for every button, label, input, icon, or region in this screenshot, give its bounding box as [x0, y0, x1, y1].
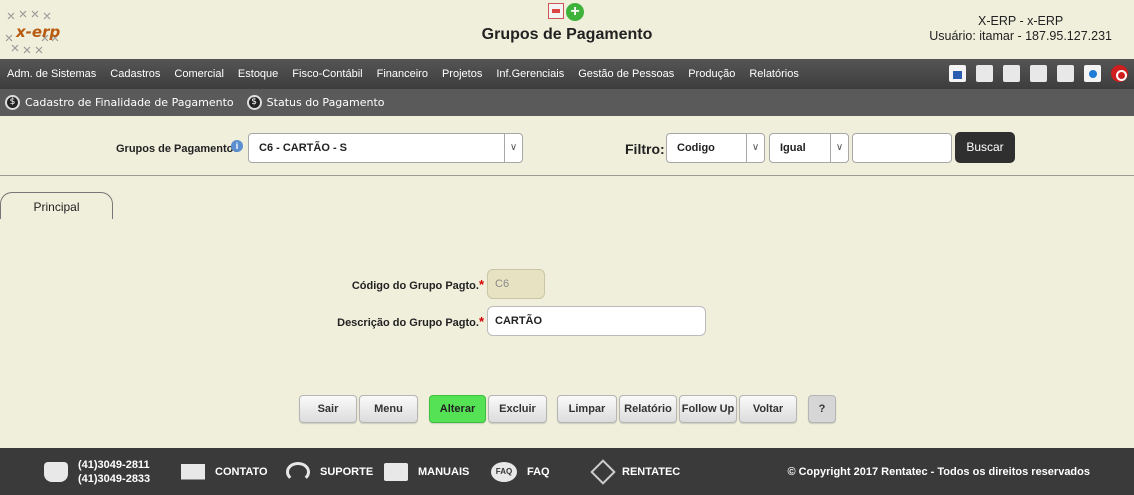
- chevron-down-icon: ∨: [830, 134, 848, 162]
- books-icon: [384, 462, 408, 481]
- user-info: X-ERP - x-ERP Usuário: itamar - 187.95.1…: [929, 14, 1112, 44]
- add-icon[interactable]: +: [566, 3, 584, 21]
- submenu-label: Cadastro de Finalidade de Pagamento: [25, 96, 234, 109]
- filter-field-value: Codigo: [677, 142, 715, 154]
- update-button[interactable]: Alterar: [429, 395, 486, 423]
- help-button[interactable]: ?: [808, 395, 836, 423]
- power-icon[interactable]: [1111, 65, 1128, 82]
- rentatec-label: RENTATEC: [622, 465, 681, 478]
- main-menu: Adm. de Sistemas Cadastros Comercial Est…: [0, 59, 806, 89]
- clear-button[interactable]: Limpar: [557, 395, 617, 423]
- filter-search-input[interactable]: [852, 133, 952, 163]
- info-icon[interactable]: i: [231, 140, 243, 152]
- menu-item-financeiro[interactable]: Financeiro: [370, 68, 435, 80]
- exit-button[interactable]: Sair: [299, 395, 357, 423]
- required-mark: *: [478, 314, 484, 329]
- required-mark: *: [478, 277, 484, 292]
- phone-2: (41)3049-2833: [78, 472, 151, 485]
- footer-contact[interactable]: CONTATO: [181, 448, 268, 495]
- desc-label-text: Descrição do Grupo Pagto.: [337, 317, 479, 329]
- notes-icon[interactable]: [1057, 65, 1074, 82]
- headset-icon: [286, 461, 310, 482]
- support-label: SUPORTE: [320, 465, 374, 478]
- phone-1: (41)3049-2811: [78, 458, 150, 471]
- follow-up-button[interactable]: Follow Up: [679, 395, 737, 423]
- menu-item-comercial[interactable]: Comercial: [167, 68, 231, 80]
- group-select[interactable]: C6 - CARTÃO - S ∨: [248, 133, 523, 163]
- faq-icon: FAQ: [491, 461, 517, 482]
- footer-support[interactable]: SUPORTE: [286, 448, 373, 495]
- menu-item-projetos[interactable]: Projetos: [435, 68, 489, 80]
- filter-operator-select[interactable]: Igual ∨: [769, 133, 849, 163]
- menu-item-producao[interactable]: Produção: [681, 68, 742, 80]
- menu-item-fisco-contabil[interactable]: Fisco-Contábil: [285, 68, 369, 80]
- submenu-label: Status do Pagamento: [266, 96, 385, 109]
- footer-manuals[interactable]: MANUAIS: [384, 448, 469, 495]
- menu-button[interactable]: Menu: [359, 395, 418, 423]
- header-actions: +: [548, 3, 584, 21]
- filter-field-select[interactable]: Codigo ∨: [666, 133, 765, 163]
- phone-icon: [44, 461, 68, 482]
- home-icon[interactable]: [949, 65, 966, 82]
- submenu-item-finalidade[interactable]: $ Cadastro de Finalidade de Pagamento: [5, 95, 234, 110]
- faq-label: FAQ: [527, 465, 550, 478]
- recycle-icon[interactable]: [1003, 65, 1020, 82]
- footer-faq[interactable]: FAQ FAQ: [491, 448, 550, 495]
- sub-menu-bar: $ Cadastro de Finalidade de Pagamento $ …: [0, 89, 1134, 116]
- footer-rentatec[interactable]: RENTATEC: [590, 448, 681, 495]
- manuals-label: MANUAIS: [418, 465, 470, 478]
- code-field-label: Código do Grupo Pagto.*: [330, 277, 484, 292]
- code-field: C6: [487, 269, 545, 299]
- help-doc-icon[interactable]: [1084, 65, 1101, 82]
- system-name: X-ERP - x-ERP: [978, 14, 1064, 28]
- main-menu-bar: Adm. de Sistemas Cadastros Comercial Est…: [0, 59, 1134, 89]
- delete-button[interactable]: Excluir: [488, 395, 547, 423]
- footer: (41)3049-2811 (41)3049-2833 CONTATO SUPO…: [0, 448, 1134, 495]
- chevron-down-icon: ∨: [746, 134, 764, 162]
- user-name: Usuário: itamar - 187.95.127.231: [929, 29, 1112, 43]
- menu-item-estoque[interactable]: Estoque: [231, 68, 285, 80]
- pdf-icon[interactable]: [548, 3, 564, 19]
- group-label: Grupos de Pagamentos: [116, 143, 240, 155]
- submenu-item-status[interactable]: $ Status do Pagamento: [246, 95, 385, 110]
- toolbar-icons: [949, 65, 1128, 82]
- filter-label: Filtro:: [625, 141, 665, 157]
- desc-field-label: Descrição do Grupo Pagto.*: [320, 314, 484, 329]
- report-button[interactable]: Relatório: [619, 395, 677, 423]
- rentatec-logo-icon: [590, 458, 616, 485]
- filter-operator-value: Igual: [780, 142, 806, 154]
- header: x-erp + Grupos de Pagamento X-ERP - x-ER…: [0, 0, 1134, 59]
- search-button[interactable]: Buscar: [955, 132, 1015, 163]
- filter-area: Grupos de Pagamentos i C6 - CARTÃO - S ∨…: [0, 116, 1134, 176]
- description-field[interactable]: CARTÃO: [487, 306, 706, 336]
- menu-item-adm-sistemas[interactable]: Adm. de Sistemas: [0, 68, 103, 80]
- gear-dollar-icon: $: [5, 95, 20, 110]
- back-button[interactable]: Voltar: [739, 395, 797, 423]
- mail-icon: [181, 463, 205, 480]
- building-icon[interactable]: [976, 65, 993, 82]
- group-select-value: C6 - CARTÃO - S: [259, 142, 347, 154]
- tab-principal[interactable]: Principal: [0, 192, 113, 219]
- footer-phones: (41)3049-2811 (41)3049-2833: [44, 448, 150, 495]
- chevron-down-icon: ∨: [504, 134, 522, 162]
- menu-item-gestao-pessoas[interactable]: Gestão de Pessoas: [571, 68, 681, 80]
- contact-label: CONTATO: [215, 465, 268, 478]
- gear-dollar-icon: $: [246, 95, 262, 110]
- copyright: © Copyright 2017 Rentatec - Todos os dir…: [787, 465, 1090, 478]
- menu-item-inf-gerenciais[interactable]: Inf.Gerenciais: [489, 68, 571, 80]
- menu-item-relatorios[interactable]: Relatórios: [742, 68, 806, 80]
- menu-item-cadastros[interactable]: Cadastros: [103, 68, 167, 80]
- document-edit-icon[interactable]: [1030, 65, 1047, 82]
- code-label-text: Código do Grupo Pagto.: [351, 280, 479, 292]
